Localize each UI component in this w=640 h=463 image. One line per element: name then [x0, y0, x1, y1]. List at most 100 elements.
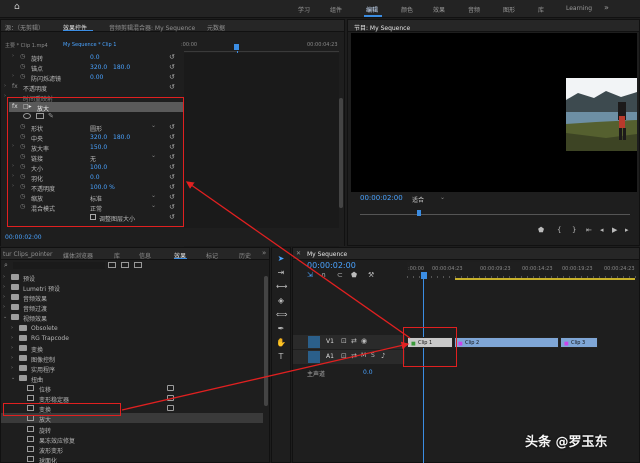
add-marker-icon[interactable]: ⬟: [351, 271, 357, 279]
play-icon[interactable]: ▶: [612, 226, 617, 234]
reset-icon[interactable]: ↺: [169, 53, 175, 61]
tab-info[interactable]: 信息: [139, 251, 151, 260]
razor-tool-icon[interactable]: ◈: [276, 296, 286, 306]
effect-folder[interactable]: › 音频过渡: [1, 302, 263, 313]
fx-icon[interactable]: fx: [12, 83, 18, 90]
effect-item[interactable]: 果冻效应修复: [1, 434, 263, 445]
search-icon[interactable]: ⌕: [4, 261, 8, 270]
ec-current-time[interactable]: 00:00:02:00: [5, 234, 42, 241]
close-icon[interactable]: ✕: [296, 250, 301, 257]
solo-button[interactable]: S: [371, 352, 375, 359]
expand-icon[interactable]: ›: [12, 73, 14, 79]
track-target-v1[interactable]: V1: [326, 338, 334, 345]
tab-project[interactable]: tur Clips_pointer: [3, 251, 52, 258]
work-area-bar[interactable]: [455, 278, 635, 280]
selection-tool-icon[interactable]: ➤: [276, 254, 286, 264]
expand-icon[interactable]: ›: [3, 304, 5, 310]
sync-lock-icon[interactable]: ⇄: [351, 337, 357, 345]
expand-icon[interactable]: ›: [11, 335, 13, 341]
effect-folder[interactable]: › RG Trapcode: [1, 333, 263, 343]
clip-2[interactable]: ■ Clip 2: [454, 337, 559, 348]
lock-icon[interactable]: ⊡: [341, 352, 347, 360]
effect-item[interactable]: 球面化: [1, 454, 263, 463]
workspace-learn[interactable]: 学习: [298, 5, 310, 14]
program-ruler[interactable]: [360, 214, 630, 215]
master-volume-value[interactable]: 0.0: [363, 369, 373, 376]
effect-folder[interactable]: ⌄ 视频效果: [1, 312, 263, 323]
effect-folder[interactable]: › Obsolete: [1, 323, 263, 333]
effect-item[interactable]: 波形变形: [1, 444, 263, 455]
32bit-filter-icon[interactable]: [121, 262, 129, 268]
effect-item[interactable]: 位移: [1, 383, 263, 394]
tab-metadata[interactable]: 元数据: [207, 23, 225, 32]
marker-icon[interactable]: ⬟: [538, 226, 544, 234]
expand-icon[interactable]: ›: [3, 294, 5, 300]
microphone-icon[interactable]: ♪: [381, 352, 385, 360]
step-forward-icon[interactable]: ▸: [625, 226, 629, 234]
step-back-icon[interactable]: ◂: [600, 226, 604, 234]
property-value-y[interactable]: 180.0: [113, 64, 130, 71]
expand-icon[interactable]: ›: [4, 93, 6, 99]
stopwatch-icon[interactable]: ◷: [20, 53, 25, 60]
reset-icon[interactable]: ↺: [169, 83, 175, 91]
effect-folder[interactable]: › 音频效果: [1, 292, 263, 303]
settings-wrench-icon[interactable]: ⚒: [368, 271, 374, 279]
nest-icon[interactable]: ⇲: [307, 271, 313, 279]
workspace-libraries[interactable]: 库: [538, 5, 544, 14]
effect-item[interactable]: 变形稳定器: [1, 393, 263, 404]
ec-playhead[interactable]: [234, 44, 239, 50]
source-patch-a1[interactable]: [308, 351, 320, 363]
fit-chevron-icon[interactable]: ⌄: [440, 194, 445, 201]
ripple-edit-tool-icon[interactable]: ⟷: [276, 282, 287, 292]
type-tool-icon[interactable]: T: [276, 352, 286, 362]
sync-lock-icon[interactable]: ⇄: [351, 352, 357, 360]
reset-icon[interactable]: ↺: [169, 63, 175, 71]
tab-history[interactable]: 历史: [239, 251, 251, 260]
effects-search-input[interactable]: [13, 262, 105, 269]
expand-icon[interactable]: ›: [11, 365, 13, 371]
ec-keyframe-area[interactable]: [184, 53, 339, 247]
tab-audio-clip-mixer[interactable]: 音频剪辑混合器: My Sequence: [109, 23, 195, 32]
program-video-frame[interactable]: [351, 33, 637, 192]
master-clip-label[interactable]: 主要 * Clip 1.mp4: [5, 42, 48, 49]
reset-icon[interactable]: ↺: [169, 73, 175, 81]
sequence-clip-label[interactable]: My Sequence * Clip 1: [63, 42, 116, 48]
workspace-color[interactable]: 颜色: [401, 5, 413, 14]
lock-icon[interactable]: ⊡: [341, 337, 347, 345]
tab-markers[interactable]: 标记: [206, 251, 218, 260]
expand-icon[interactable]: ›: [12, 53, 14, 59]
go-to-in-icon[interactable]: ⇤: [586, 226, 592, 234]
clip-3[interactable]: ■ Clip 3: [560, 337, 598, 348]
pen-tool-icon[interactable]: ✒: [276, 324, 286, 334]
tab-program[interactable]: 节目: My Sequence: [354, 23, 410, 32]
fit-dropdown[interactable]: 适合: [412, 195, 424, 204]
accelerated-filter-icon[interactable]: [108, 262, 116, 268]
effect-folder[interactable]: ⌄ 扭曲: [1, 373, 263, 384]
workspace-overflow-icon[interactable]: »: [604, 3, 609, 12]
effect-item[interactable]: 旋转: [1, 424, 263, 435]
collapse-icon[interactable]: ⌄: [11, 375, 15, 381]
source-patch-v1[interactable]: [308, 336, 320, 348]
stopwatch-icon[interactable]: ◷: [20, 63, 25, 70]
timeline-playhead[interactable]: [421, 272, 427, 279]
effect-folder[interactable]: › 变换: [1, 343, 263, 354]
collapse-icon[interactable]: ⌄: [3, 314, 7, 320]
workspace-learning[interactable]: Learning: [566, 5, 592, 12]
mark-in-icon[interactable]: {: [557, 226, 561, 234]
workspace-audio[interactable]: 音频: [468, 5, 480, 14]
effect-folder[interactable]: › 实用程序: [1, 363, 263, 374]
workspace-graphics[interactable]: 图形: [503, 5, 515, 14]
tab-libraries[interactable]: 库: [114, 251, 120, 260]
expand-icon[interactable]: ›: [11, 355, 13, 361]
snap-icon[interactable]: ∩: [321, 271, 326, 279]
property-value[interactable]: 0.0: [90, 54, 100, 61]
expand-icon[interactable]: ›: [3, 274, 5, 280]
home-icon[interactable]: ⌂: [14, 2, 20, 12]
tab-sequence[interactable]: My Sequence: [307, 251, 347, 258]
tab-media-browser[interactable]: 媒体浏览器: [63, 251, 93, 260]
workspace-assembly[interactable]: 组件: [330, 5, 342, 14]
ec-scrollbar[interactable]: [339, 98, 343, 208]
slip-tool-icon[interactable]: ⟺: [276, 310, 287, 320]
expand-icon[interactable]: ›: [4, 83, 6, 89]
workspace-effects[interactable]: 效果: [433, 5, 445, 14]
